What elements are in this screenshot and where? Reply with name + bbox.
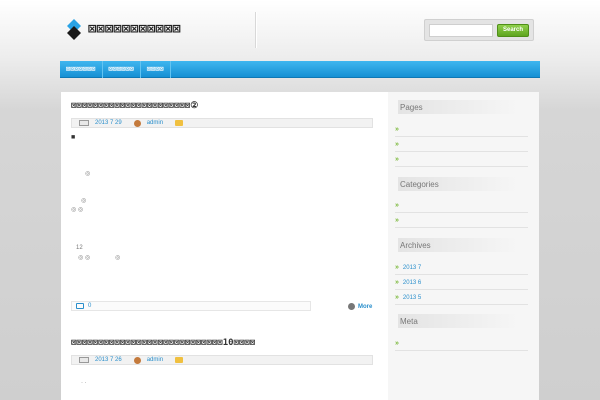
user-icon [133,119,141,127]
search-input[interactable] [429,24,493,37]
body-glyph: ◎ ◎ [71,207,84,213]
post-meta: 2013 7 26 admin [71,355,373,365]
main-nav: ⊠⊠⊠⊠⊠⊠⊠ ⊠⊠⊠⊠⊠⊠ ⊠⊠⊠⊠ [60,60,540,78]
folder-icon [175,357,184,363]
sidebar: Pages » » » Categories » » Archives » 201… [388,92,539,400]
search-button[interactable]: Search [497,24,529,37]
sidebar-page-item[interactable]: » [395,153,528,167]
widget-title-pages: Pages [398,100,518,114]
bullet-icon: » [395,217,399,224]
sidebar-meta-item[interactable]: » [395,337,528,351]
widget-title-categories: Categories [398,177,518,191]
calendar-icon [79,120,89,126]
post-date[interactable]: 2013 7 26 [95,357,122,363]
arrow-right-icon [348,303,355,310]
comment-icon [76,303,84,309]
bullet-icon: » [395,264,399,271]
sidebar-archive-item[interactable]: » 2013 5 [395,291,528,305]
site-header: ⊠⊠⊠⊠⊠⊠⊠⊠⊠⊠⊠ Search [0,0,600,60]
body-glyph: ◎ ◎ [78,255,91,261]
comment-count[interactable]: 0 [88,303,91,309]
bullet-icon: » [395,279,399,286]
post-footer: 0 [71,301,311,311]
post-date[interactable]: 2013 7 29 [95,120,122,126]
nav-item-3[interactable]: ⊠⊠⊠⊠ [141,60,171,78]
calendar-icon [79,357,89,363]
post-title[interactable]: ⊠⊠⊠⊠⊠⊠⊠⊠⊠⊠⊠⊠⊠⊠⊠⊠⊠⊠⊠⊠⊠⊠⊠⊠⊠⊠⊠⊠10⊠⊠⊠⊠ [71,338,255,348]
post-meta: 2013 7 29 admin [71,118,373,128]
sidebar-page-item[interactable]: » [395,123,528,137]
bullet-icon: » [395,294,399,301]
body-glyph: ◎ [85,171,91,177]
sidebar-archive-item[interactable]: » 2013 6 [395,276,528,290]
body-glyph: ◎ [81,198,87,204]
nav-item-2[interactable]: ⊠⊠⊠⊠⊠⊠ [103,60,141,78]
logo-icon [66,18,82,40]
body-glyph: ◎ [115,255,121,261]
sidebar-category-item[interactable]: » [395,214,528,228]
post-title[interactable]: ⊠⊠⊠⊠⊠⊠⊠⊠⊠⊠⊠⊠⊠⊠⊠⊠⊠⊠⊠⊠⊠⊠② [71,101,198,111]
bullet-icon: » [395,156,399,163]
folder-icon [175,120,184,126]
sidebar-category-item[interactable]: » [395,199,528,213]
sidebar-archive-item[interactable]: » 2013 7 [395,261,528,275]
bullet-icon: » [395,202,399,209]
post-author[interactable]: admin [147,357,163,363]
widget-title-archives: Archives [398,238,518,252]
content-area: ⊠⊠⊠⊠⊠⊠⊠⊠⊠⊠⊠⊠⊠⊠⊠⊠⊠⊠⊠⊠⊠⊠② 2013 7 29 admin … [61,92,539,400]
user-icon [133,356,141,364]
bullet-icon: » [395,340,399,347]
body-glyph: · · [81,380,87,386]
post-author[interactable]: admin [147,120,163,126]
sidebar-page-item[interactable]: » [395,138,528,152]
body-glyph: ■ [71,134,76,141]
search-form: Search [424,19,534,41]
bullet-icon: » [395,141,399,148]
site-logo[interactable]: ⊠⊠⊠⊠⊠⊠⊠⊠⊠⊠⊠ [66,18,181,40]
post-body: · · [71,378,373,398]
widget-title-meta: Meta [398,314,518,328]
more-label: More [358,303,373,310]
more-link[interactable]: More [348,303,372,310]
nav-item-1[interactable]: ⊠⊠⊠⊠⊠⊠⊠ [60,60,103,78]
site-title[interactable]: ⊠⊠⊠⊠⊠⊠⊠⊠⊠⊠⊠ [88,21,181,37]
header-divider [255,12,256,48]
bullet-icon: » [395,126,399,133]
post-body: ■ ◎ ◎ ◎ ◎ 12 ◎ ◎ ◎ [71,132,373,302]
body-glyph: 12 [76,245,83,251]
